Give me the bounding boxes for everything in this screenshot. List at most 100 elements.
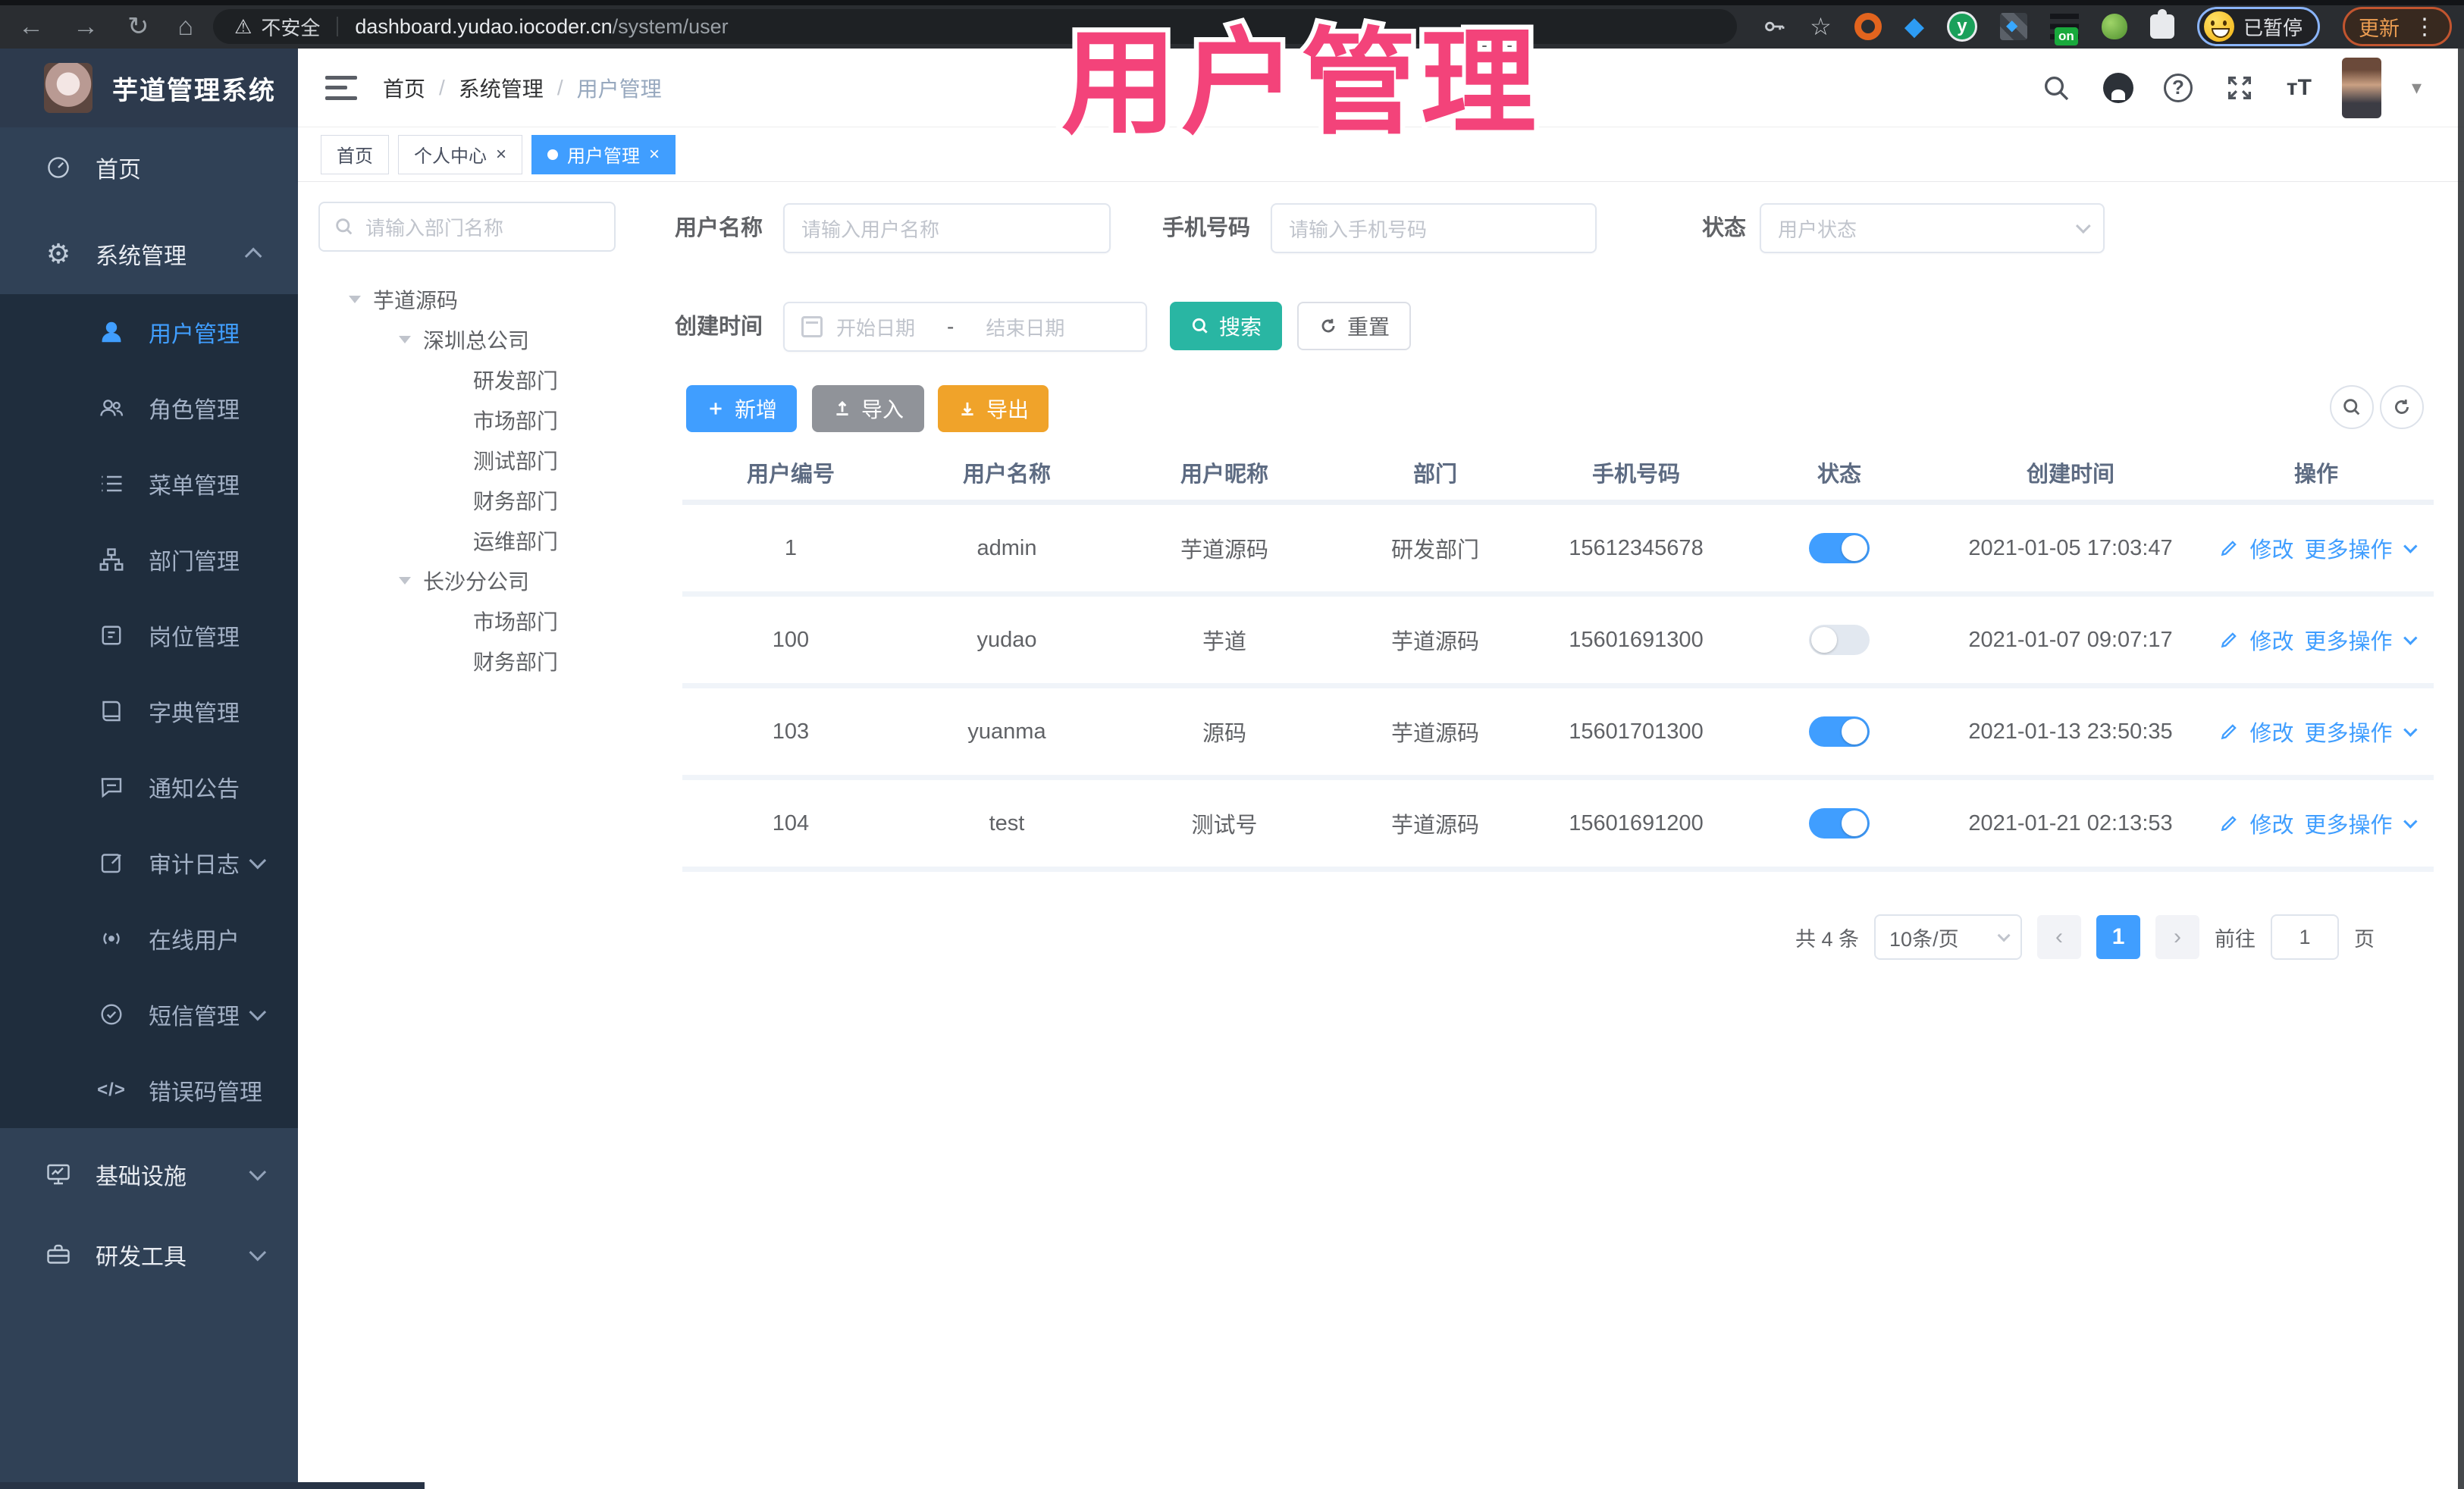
extension-list-icon[interactable]: on bbox=[2049, 14, 2079, 45]
sidebar-item-online-users[interactable]: 在线用户 bbox=[0, 901, 298, 976]
extension-ubuntu-icon[interactable] bbox=[1854, 13, 1882, 40]
sidebar-item-audit-log[interactable]: 审计日志 bbox=[0, 825, 298, 901]
date-start-placeholder: 开始日期 bbox=[836, 316, 916, 340]
tree-node[interactable]: 研发部门 bbox=[318, 359, 622, 400]
tab-user-mgmt[interactable]: 用户管理 bbox=[531, 134, 676, 174]
tab-profile[interactable]: 个人中心 bbox=[398, 134, 523, 174]
extension-gem-icon[interactable] bbox=[1904, 11, 1924, 42]
sidebar-item-infrastructure[interactable]: 基础设施 bbox=[0, 1134, 298, 1215]
edit-link[interactable]: 修改 bbox=[2249, 807, 2293, 839]
edit-link[interactable]: 修改 bbox=[2249, 532, 2293, 564]
edit-link[interactable]: 修改 bbox=[2249, 624, 2293, 656]
browser-reload-button[interactable] bbox=[127, 11, 149, 42]
address-bar[interactable]: 不安全 dashboard.yudao.iocoder.cn /system/u… bbox=[213, 9, 1738, 44]
goto-page-input[interactable]: 1 bbox=[2271, 914, 2340, 960]
sidebar-item-sms-mgmt[interactable]: 短信管理 bbox=[0, 976, 298, 1052]
header-search-icon[interactable] bbox=[2039, 71, 2073, 105]
monitor-icon bbox=[44, 1160, 73, 1189]
breadcrumb-separator bbox=[425, 76, 459, 100]
status-select[interactable]: 用户状态 bbox=[1760, 203, 2105, 253]
page-1-button[interactable]: 1 bbox=[2096, 915, 2141, 959]
status-toggle[interactable] bbox=[1809, 625, 1870, 655]
tree-node[interactable]: 深圳总公司 bbox=[318, 319, 622, 359]
sidebar-item-notice[interactable]: 通知公告 bbox=[0, 749, 298, 825]
more-actions-link[interactable]: 更多操作 bbox=[2305, 716, 2393, 748]
cell-nickname: 芋道 bbox=[1202, 630, 1246, 654]
sidebar-item-post-mgmt[interactable]: 岗位管理 bbox=[0, 597, 298, 673]
status-toggle[interactable] bbox=[1809, 808, 1870, 839]
cell-nickname: 测试号 bbox=[1191, 813, 1258, 838]
browser-update-button[interactable]: 更新 bbox=[2343, 7, 2452, 46]
sidebar-item-system[interactable]: 系统管理 bbox=[0, 214, 298, 294]
tree-node[interactable]: 财务部门 bbox=[318, 480, 622, 520]
tree-node[interactable]: 长沙分公司 bbox=[318, 560, 622, 600]
tree-expand-icon[interactable] bbox=[349, 295, 361, 303]
user-avatar[interactable] bbox=[2341, 57, 2381, 118]
sidebar-item-role-mgmt[interactable]: 角色管理 bbox=[0, 370, 298, 446]
sidebar-item-dict-mgmt[interactable]: 字典管理 bbox=[0, 673, 298, 749]
export-button[interactable]: 导出 bbox=[938, 385, 1049, 432]
username-input[interactable]: 请输入用户名称 bbox=[783, 203, 1111, 253]
reset-button[interactable]: 重置 bbox=[1297, 302, 1411, 350]
search-button[interactable]: 搜索 bbox=[1170, 302, 1282, 350]
more-actions-link[interactable]: 更多操作 bbox=[2305, 807, 2393, 839]
dept-search-input[interactable]: 请输入部门名称 bbox=[318, 202, 616, 252]
next-page-button[interactable]: › bbox=[2155, 915, 2200, 959]
tree-node[interactable]: 市场部门 bbox=[318, 400, 622, 440]
extensions-puzzle-icon[interactable] bbox=[2149, 9, 2174, 39]
breadcrumb-system[interactable]: 系统管理 bbox=[459, 73, 544, 103]
avatar-dropdown-caret[interactable] bbox=[2412, 76, 2422, 99]
more-actions-link[interactable]: 更多操作 bbox=[2305, 532, 2393, 564]
mobile-input[interactable]: 请输入手机号码 bbox=[1271, 203, 1597, 253]
tree-node[interactable]: 芋道源码 bbox=[318, 279, 622, 319]
cell-user-id: 1 bbox=[784, 535, 798, 560]
bookmark-star-icon[interactable] bbox=[1810, 12, 1832, 41]
import-button[interactable]: 导入 bbox=[812, 385, 924, 432]
chevron-down-icon bbox=[249, 1243, 267, 1262]
browser-menu-icon[interactable] bbox=[2413, 14, 2436, 40]
sidebar-item-menu-mgmt[interactable]: 菜单管理 bbox=[0, 446, 298, 522]
browser-home-button[interactable] bbox=[178, 12, 194, 42]
github-icon[interactable] bbox=[2102, 72, 2133, 103]
extension-spy-icon[interactable] bbox=[2101, 14, 2127, 39]
page-size-select[interactable]: 10条/页 bbox=[1874, 914, 2023, 960]
date-range-input[interactable]: 开始日期 - 结束日期 bbox=[783, 302, 1147, 352]
tree-expand-icon[interactable] bbox=[399, 335, 411, 343]
system-submenu: 用户管理 角色管理 菜单管理 部门管理 岗位管理 字典管理 通知公告 审计日志 … bbox=[0, 294, 298, 1128]
refresh-table-button[interactable] bbox=[2380, 385, 2424, 429]
breadcrumb-home[interactable]: 首页 bbox=[383, 73, 425, 103]
browser-forward-button[interactable] bbox=[73, 12, 99, 42]
more-actions-link[interactable]: 更多操作 bbox=[2305, 624, 2393, 656]
not-secure-icon bbox=[234, 15, 252, 39]
tree-node[interactable]: 财务部门 bbox=[318, 641, 622, 681]
help-icon[interactable] bbox=[2163, 73, 2193, 102]
close-icon[interactable] bbox=[649, 144, 660, 165]
status-toggle[interactable] bbox=[1809, 533, 1870, 563]
toggle-search-button[interactable] bbox=[2330, 385, 2374, 429]
sidebar-item-errcode-mgmt[interactable]: 错误码管理 bbox=[0, 1052, 298, 1128]
cell-created: 2021-01-13 23:50:35 bbox=[1968, 719, 2173, 744]
add-button[interactable]: 新增 bbox=[686, 385, 797, 432]
tab-home[interactable]: 首页 bbox=[321, 134, 389, 174]
extension-squares-icon[interactable] bbox=[1999, 13, 2027, 40]
extension-y-icon[interactable] bbox=[1946, 11, 1977, 42]
search-icon bbox=[336, 218, 353, 235]
browser-back-button[interactable] bbox=[18, 12, 44, 42]
sidebar-item-user-mgmt[interactable]: 用户管理 bbox=[0, 294, 298, 370]
status-toggle[interactable] bbox=[1809, 716, 1870, 747]
sidebar-collapse-icon[interactable] bbox=[325, 75, 357, 100]
fullscreen-icon[interactable] bbox=[2223, 71, 2256, 105]
edit-link[interactable]: 修改 bbox=[2249, 716, 2293, 748]
font-size-icon[interactable] bbox=[2287, 75, 2312, 101]
tree-expand-icon[interactable] bbox=[399, 576, 411, 585]
sidebar-item-dept-mgmt[interactable]: 部门管理 bbox=[0, 522, 298, 597]
sidebar-item-dev-tools[interactable]: 研发工具 bbox=[0, 1215, 298, 1295]
browser-profile-chip[interactable]: 已暂停 bbox=[2196, 7, 2320, 46]
tree-node[interactable]: 测试部门 bbox=[318, 440, 622, 480]
close-icon[interactable] bbox=[496, 144, 506, 165]
tree-node[interactable]: 运维部门 bbox=[318, 520, 622, 560]
key-icon[interactable] bbox=[1761, 14, 1787, 39]
sidebar-item-home[interactable]: 首页 bbox=[0, 127, 298, 208]
tree-node[interactable]: 市场部门 bbox=[318, 600, 622, 641]
prev-page-button[interactable]: ‹ bbox=[2037, 915, 2082, 959]
